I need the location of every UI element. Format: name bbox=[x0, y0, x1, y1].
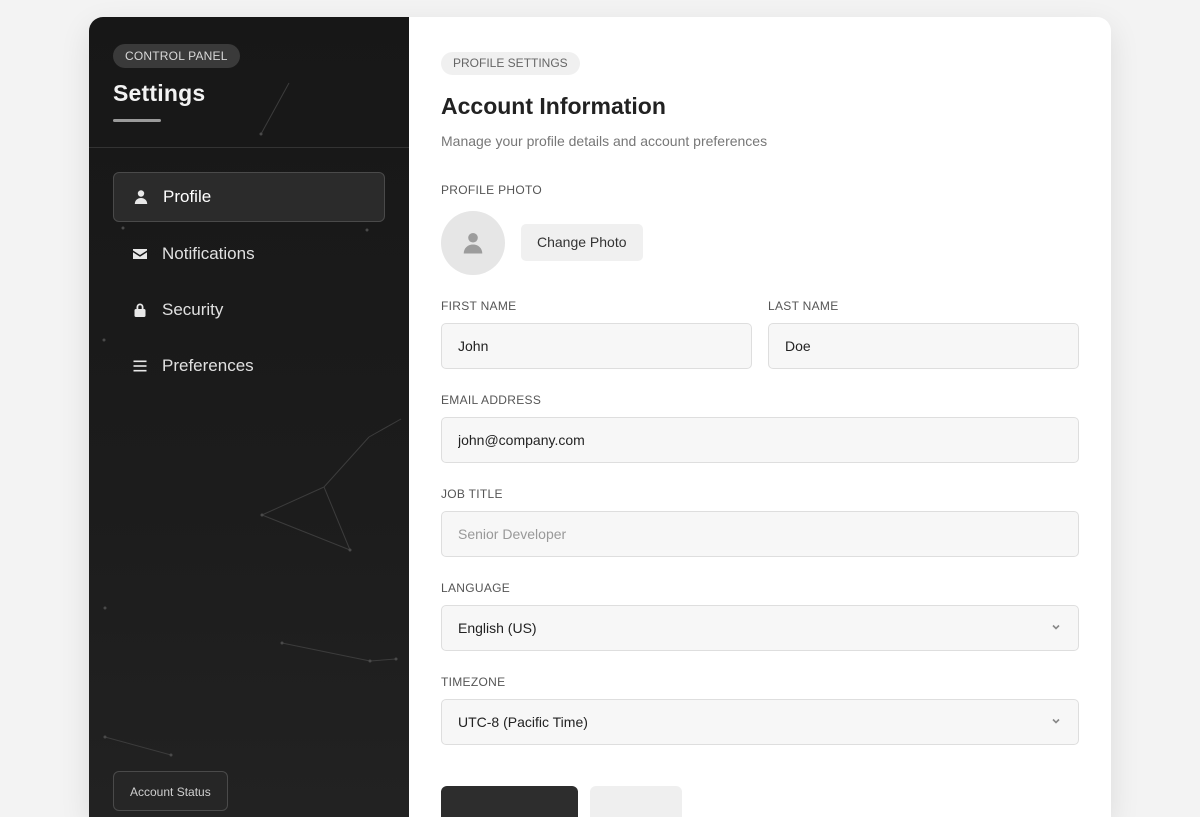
settings-card: CONTROL PANEL Settings Profile Notificat… bbox=[89, 17, 1111, 817]
user-placeholder-icon bbox=[463, 232, 483, 254]
chevron-down-icon bbox=[1050, 714, 1062, 730]
job-title-field[interactable] bbox=[441, 511, 1079, 557]
menu-lines-icon bbox=[131, 357, 149, 375]
profile-settings-badge: PROFILE SETTINGS bbox=[441, 52, 580, 75]
sidebar-title: Settings bbox=[113, 80, 206, 106]
last-name-label: LAST NAME bbox=[768, 299, 839, 313]
job-title-input[interactable] bbox=[458, 526, 1062, 542]
lock-icon bbox=[131, 301, 149, 319]
constellation-decoration bbox=[102, 82, 402, 757]
timezone-selected-value: UTC-8 (Pacific Time) bbox=[458, 714, 588, 730]
first-name-input[interactable] bbox=[458, 338, 735, 354]
title-underline bbox=[113, 119, 161, 122]
sidebar-divider bbox=[89, 147, 409, 148]
email-input[interactable] bbox=[458, 432, 1062, 448]
profile-photo-label: PROFILE PHOTO bbox=[441, 183, 543, 197]
language-selected-value: English (US) bbox=[458, 620, 537, 636]
save-button[interactable] bbox=[441, 786, 578, 817]
user-icon bbox=[132, 188, 150, 206]
email-field[interactable] bbox=[441, 417, 1079, 463]
first-name-label: FIRST NAME bbox=[441, 299, 517, 313]
sidebar-item-preferences[interactable]: Preferences bbox=[113, 341, 385, 391]
sidebar-item-label: Preferences bbox=[162, 356, 254, 375]
sidebar-item-label: Notifications bbox=[162, 244, 255, 263]
account-status-panel[interactable]: Account Status bbox=[113, 771, 228, 811]
timezone-select[interactable]: UTC-8 (Pacific Time) bbox=[441, 699, 1079, 745]
timezone-label: TIMEZONE bbox=[441, 675, 506, 689]
job-title-label: JOB TITLE bbox=[441, 487, 503, 501]
change-photo-button[interactable]: Change Photo bbox=[521, 224, 643, 261]
language-label: LANGUAGE bbox=[441, 581, 511, 595]
page-title: Account Information bbox=[441, 93, 666, 119]
sidebar-item-label: Security bbox=[162, 300, 224, 319]
email-label: EMAIL ADDRESS bbox=[441, 393, 542, 407]
avatar bbox=[441, 211, 505, 275]
sidebar-item-profile[interactable]: Profile bbox=[113, 172, 385, 222]
last-name-field[interactable] bbox=[768, 323, 1079, 369]
language-select[interactable]: English (US) bbox=[441, 605, 1079, 651]
page-subtitle: Manage your profile details and account … bbox=[441, 133, 768, 149]
chevron-down-icon bbox=[1050, 620, 1062, 636]
sidebar-item-label: Profile bbox=[163, 187, 212, 206]
envelope-icon bbox=[131, 245, 149, 263]
cancel-button[interactable] bbox=[590, 786, 682, 817]
control-panel-badge: CONTROL PANEL bbox=[113, 44, 240, 68]
sidebar-item-notifications[interactable]: Notifications bbox=[113, 229, 385, 279]
sidebar: CONTROL PANEL Settings Profile Notificat… bbox=[89, 17, 409, 817]
last-name-input[interactable] bbox=[785, 338, 1062, 354]
sidebar-item-security[interactable]: Security bbox=[113, 285, 385, 335]
main-content: PROFILE SETTINGS Account Information Man… bbox=[441, 17, 1079, 817]
first-name-field[interactable] bbox=[441, 323, 752, 369]
